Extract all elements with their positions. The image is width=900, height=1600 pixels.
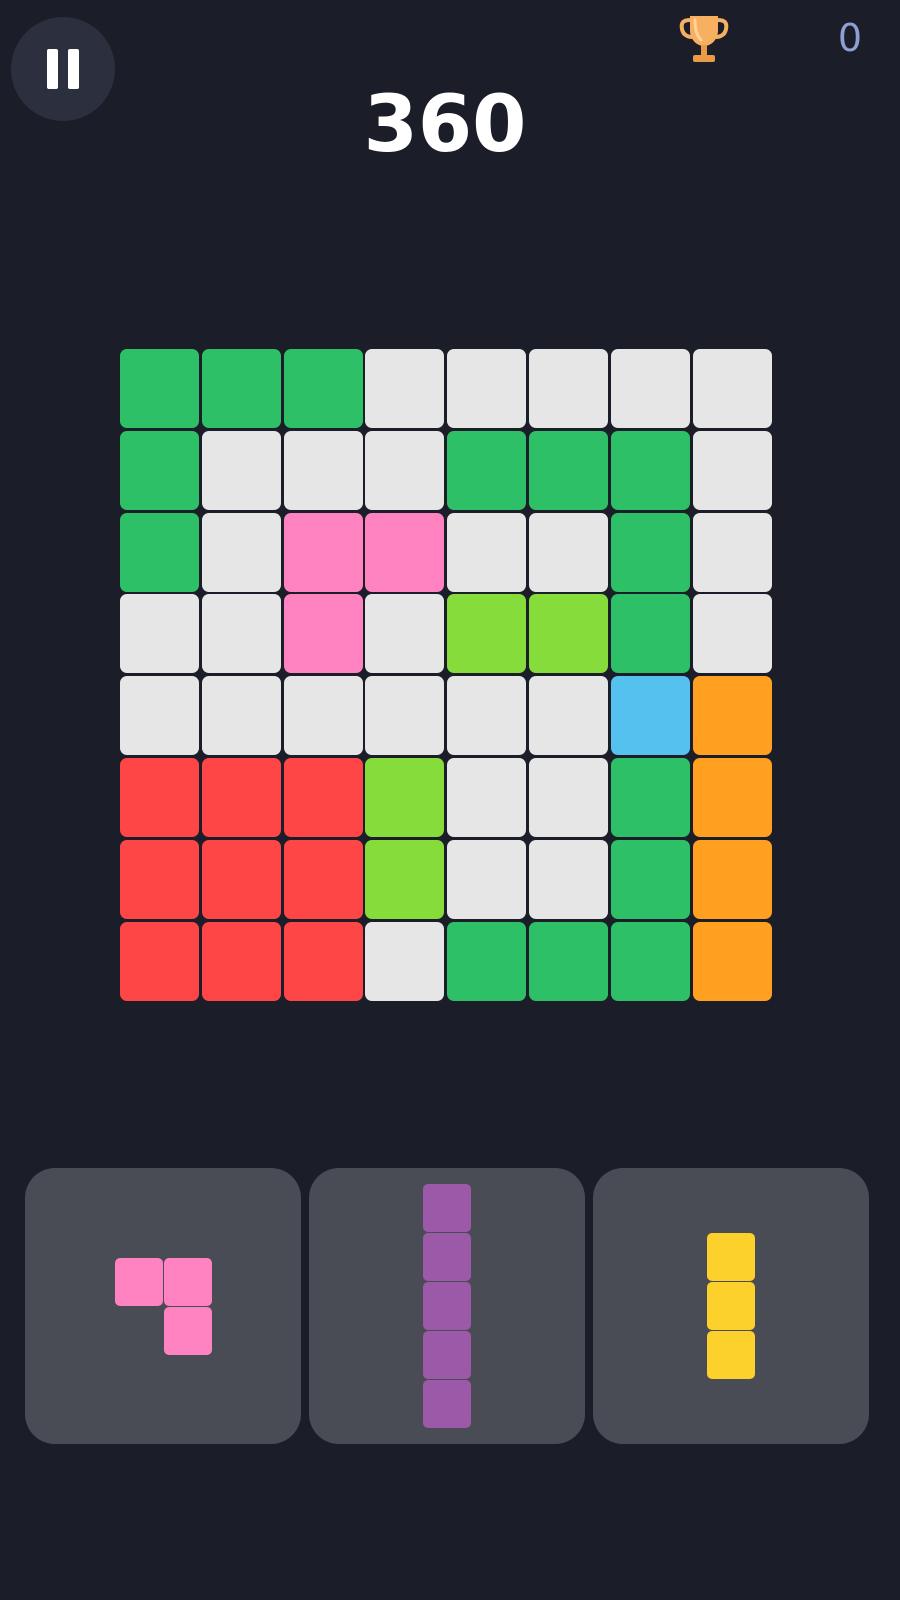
piece-block-purple[interactable] [423, 1331, 471, 1379]
board-cell-green[interactable] [120, 430, 199, 510]
board-cell-pink[interactable] [283, 512, 363, 592]
game-board[interactable] [120, 349, 772, 1001]
board-cell-green[interactable] [610, 430, 690, 510]
board-cell-green[interactable] [201, 349, 281, 428]
board-cell-empty[interactable] [692, 349, 772, 428]
piece-block-purple[interactable] [423, 1233, 471, 1281]
board-cell-green[interactable] [610, 594, 690, 674]
board-cell-red[interactable] [283, 921, 363, 1001]
board-cell-empty[interactable] [692, 594, 772, 674]
board-cell-green[interactable] [610, 758, 690, 837]
piece-block-yellow[interactable] [707, 1331, 755, 1379]
board-cell-green[interactable] [120, 349, 199, 428]
board-cell-empty[interactable] [447, 676, 527, 756]
piece-block-yellow[interactable] [707, 1233, 755, 1281]
board-cell-empty[interactable] [529, 349, 608, 428]
board-cell-lime[interactable] [365, 758, 445, 837]
board-cell-green[interactable] [610, 921, 690, 1001]
board-cell-red[interactable] [283, 839, 363, 919]
board-cell-green[interactable] [120, 512, 199, 592]
board-cell-empty[interactable] [692, 512, 772, 592]
piece-block-yellow[interactable] [707, 1282, 755, 1330]
board-cell-empty[interactable] [692, 430, 772, 510]
board-cell-empty[interactable] [365, 594, 445, 674]
board-cell-empty[interactable] [201, 430, 281, 510]
board-cell-orange[interactable] [692, 758, 772, 837]
board-cell-green[interactable] [447, 921, 527, 1001]
board-cell-lime[interactable] [529, 594, 608, 674]
board-cell-red[interactable] [120, 758, 199, 837]
board-cell-empty[interactable] [201, 512, 281, 592]
board-cell-empty[interactable] [610, 349, 690, 428]
board-cell-green[interactable] [529, 921, 608, 1001]
best-score: 0 [837, 16, 862, 60]
board-cell-red[interactable] [283, 758, 363, 837]
board-cell-green[interactable] [447, 430, 527, 510]
piece-block-purple[interactable] [423, 1380, 471, 1428]
board-cell-red[interactable] [201, 758, 281, 837]
piece-block-pink[interactable] [163, 1306, 212, 1355]
board-cell-empty[interactable] [447, 839, 527, 919]
board-cell-empty[interactable] [365, 921, 445, 1001]
board-cell-red[interactable] [120, 839, 199, 919]
piece-block-purple[interactable] [423, 1282, 471, 1330]
board-cell-empty[interactable] [365, 349, 445, 428]
board-cell-lime[interactable] [447, 594, 527, 674]
piece-block-pink[interactable] [114, 1257, 163, 1306]
board-cell-empty[interactable] [447, 512, 527, 592]
board-cell-green[interactable] [610, 512, 690, 592]
board-cell-lime[interactable] [365, 839, 445, 919]
piece-tray-2[interactable] [309, 1168, 585, 1444]
board-cell-empty[interactable] [447, 349, 527, 428]
board-cell-empty[interactable] [283, 430, 363, 510]
game-screen: 0 360 [0, 0, 900, 1600]
board-cell-orange[interactable] [692, 921, 772, 1001]
board-cell-empty[interactable] [529, 758, 608, 837]
piece-tray-3[interactable] [593, 1168, 869, 1444]
board-cell-pink[interactable] [283, 594, 363, 674]
board-cell-empty[interactable] [529, 676, 608, 756]
piece-block-purple[interactable] [423, 1184, 471, 1232]
board-cell-empty[interactable] [120, 594, 199, 674]
board-cell-blue[interactable] [610, 676, 690, 756]
board-cell-empty[interactable] [201, 676, 281, 756]
board-cell-empty[interactable] [447, 758, 527, 837]
board-cell-empty[interactable] [283, 676, 363, 756]
piece-block-pink[interactable] [163, 1257, 212, 1306]
board-cell-empty[interactable] [365, 430, 445, 510]
board-cell-green[interactable] [610, 839, 690, 919]
trophy-icon [679, 16, 729, 62]
board-cell-empty[interactable] [365, 676, 445, 756]
board-cell-red[interactable] [201, 921, 281, 1001]
board-cell-red[interactable] [120, 921, 199, 1001]
board-cell-empty[interactable] [120, 676, 199, 756]
board-cell-green[interactable] [283, 349, 363, 428]
board-cell-pink[interactable] [365, 512, 445, 592]
board-cell-empty[interactable] [529, 512, 608, 592]
board-cell-empty[interactable] [201, 594, 281, 674]
board-cell-orange[interactable] [692, 839, 772, 919]
board-cell-orange[interactable] [692, 676, 772, 756]
board-cell-empty[interactable] [529, 839, 608, 919]
board-cell-red[interactable] [201, 839, 281, 919]
board-cell-green[interactable] [529, 430, 608, 510]
piece-tray-1[interactable] [25, 1168, 301, 1444]
current-score: 360 [363, 80, 527, 170]
